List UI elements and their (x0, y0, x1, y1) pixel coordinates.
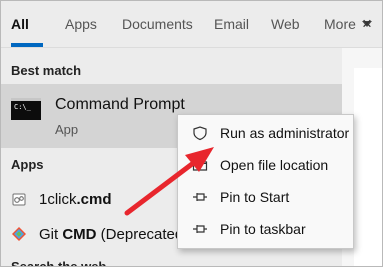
menu-item-pin-to-taskbar[interactable]: Pin to taskbar (178, 213, 353, 245)
search-web-heading: Search the web (11, 259, 107, 267)
list-item-label-suffix: (Deprecated (96, 226, 184, 243)
folder-icon (192, 159, 208, 171)
tab-all-label: All (11, 16, 29, 32)
tab-apps[interactable]: Apps (65, 16, 97, 32)
menu-item-open-file-location[interactable]: Open file location (178, 149, 353, 181)
result-subtitle: App (55, 122, 79, 137)
tab-web-label: Web (271, 16, 300, 32)
list-item-label-prefix: Git (39, 226, 63, 243)
tab-email-label: Email (214, 16, 250, 32)
cmd-file-icon (12, 193, 26, 206)
git-icon (12, 227, 26, 241)
preview-card (354, 68, 382, 266)
tab-web[interactable]: Web (271, 16, 300, 32)
menu-item-label: Pin to taskbar (220, 221, 306, 237)
close-button[interactable]: × (362, 15, 372, 32)
tab-more-label: More (324, 16, 356, 32)
list-item-label: Git CMD (Deprecated (39, 226, 183, 243)
menu-item-pin-to-start[interactable]: Pin to Start (178, 181, 353, 213)
search-window: All Apps Documents Email Web More × Best… (0, 0, 383, 267)
list-item-label-match: CMD (62, 226, 97, 243)
command-prompt-icon: C:\_ (11, 98, 41, 120)
list-item-label-prefix: 1click (39, 191, 77, 208)
menu-item-label: Run as administrator (220, 125, 350, 141)
search-tab-bar: All Apps Documents Email Web More × (1, 1, 382, 48)
tab-all[interactable]: All (11, 16, 29, 32)
menu-item-label: Open file location (220, 157, 329, 173)
tab-email[interactable]: Email (214, 16, 249, 32)
list-item-label-match: .cmd (76, 191, 112, 208)
pin-icon (193, 225, 207, 233)
command-prompt-icon-glyph: C:\_ (14, 103, 31, 111)
best-match-heading: Best match (11, 63, 82, 78)
tab-documents-label: Documents (122, 16, 193, 32)
tab-apps-label: Apps (65, 16, 97, 32)
menu-item-run-as-administrator[interactable]: Run as administrator (178, 117, 353, 149)
apps-heading: Apps (11, 157, 44, 172)
shield-icon (193, 126, 207, 141)
context-menu: Run as administrator Open file location … (177, 114, 354, 249)
result-title: Command Prompt (55, 96, 185, 113)
menu-item-label: Pin to Start (220, 189, 290, 205)
list-item-label: 1click.cmd (39, 191, 112, 208)
pin-icon (193, 193, 207, 201)
tab-documents[interactable]: Documents (122, 16, 193, 32)
